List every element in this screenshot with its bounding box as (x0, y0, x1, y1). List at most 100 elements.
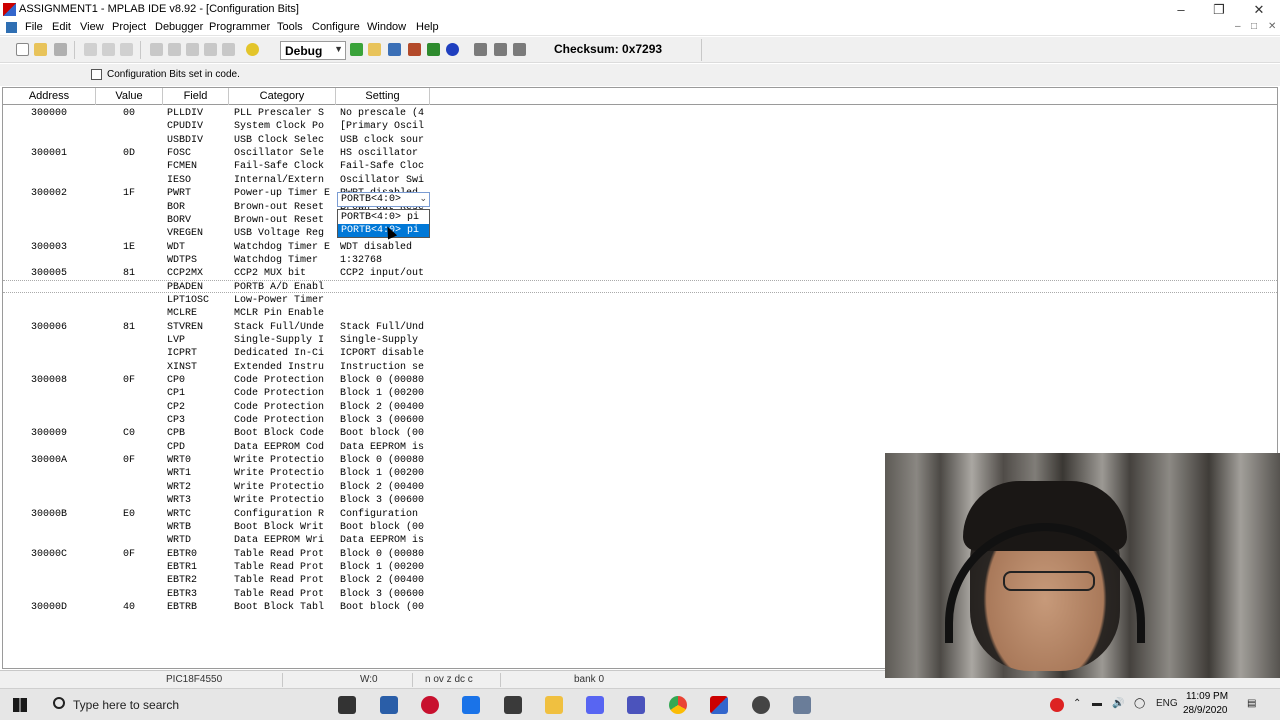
mdi-close-icon[interactable]: ✕ (1268, 21, 1276, 32)
app-red-icon[interactable] (421, 696, 439, 714)
cell-setting[interactable]: Block 1 (00200 (340, 467, 432, 480)
battery-icon[interactable]: ▬ (1092, 698, 1102, 709)
network-icon[interactable]: ◯ (1134, 698, 1145, 709)
clock-date[interactable]: 28/9/2020 (1183, 705, 1228, 716)
menu-project[interactable]: Project (112, 21, 146, 33)
menu-file[interactable]: File (25, 21, 43, 33)
new-file-icon[interactable] (16, 43, 29, 56)
restore-button[interactable]: ❐ (1200, 0, 1238, 19)
cell-setting[interactable]: Block 0 (00080 (340, 374, 432, 387)
menu-window[interactable]: Window (367, 21, 406, 33)
menu-edit[interactable]: Edit (52, 21, 71, 33)
config-bits-checkbox[interactable] (91, 69, 102, 80)
clock-time[interactable]: 11:09 PM (1186, 691, 1228, 702)
menu-debugger[interactable]: Debugger (155, 21, 203, 33)
cell-setting[interactable]: Instruction se (340, 361, 432, 374)
cell-setting[interactable]: Block 0 (00080 (340, 548, 432, 561)
menu-view[interactable]: View (80, 21, 104, 33)
print-icon[interactable] (150, 43, 163, 56)
menu-help[interactable]: Help (416, 21, 439, 33)
file-explorer-icon[interactable] (545, 696, 563, 714)
build-all-icon[interactable] (427, 43, 440, 56)
menu-configure[interactable]: Configure (312, 21, 360, 33)
dropdown-option[interactable]: PORTB<4:0> pi (338, 211, 429, 224)
chrome-icon[interactable] (669, 696, 687, 714)
cell-setting[interactable]: Configuration (340, 508, 432, 521)
tray-app-icon[interactable] (1050, 698, 1064, 712)
find-icon[interactable] (168, 43, 181, 56)
cell-setting[interactable]: Boot block (00 (340, 601, 432, 614)
task-view-icon[interactable] (338, 696, 356, 714)
header-value[interactable]: Value (96, 88, 163, 105)
sync-icon[interactable] (752, 696, 770, 714)
store-icon[interactable] (380, 696, 398, 714)
cell-setting[interactable]: Boot block (00 (340, 521, 432, 534)
build-config-select[interactable]: Debug ▼ (280, 41, 346, 60)
open-project-icon[interactable] (368, 43, 381, 56)
document-icon[interactable] (6, 22, 17, 33)
build-icon[interactable] (408, 43, 421, 56)
cell-setting[interactable]: ICPORT disable (340, 347, 432, 360)
cell-setting[interactable]: USB clock sour (340, 134, 432, 147)
volume-icon[interactable]: 🔊 (1112, 698, 1124, 709)
next-bookmark-icon[interactable] (204, 43, 217, 56)
cell-setting[interactable]: Block 2 (00400 (340, 401, 432, 414)
prev-bookmark-icon[interactable] (222, 43, 235, 56)
header-address[interactable]: Address (3, 88, 96, 105)
save-project-icon[interactable] (388, 43, 401, 56)
cell-setting[interactable]: Oscillator Swi (340, 174, 432, 187)
open-folder-icon[interactable] (34, 43, 47, 56)
cell-setting[interactable]: HS oscillator (340, 147, 432, 160)
header-setting[interactable]: Setting (336, 88, 430, 105)
close-button[interactable]: ✕ (1240, 0, 1278, 19)
mail-icon[interactable] (462, 696, 480, 714)
teams-icon[interactable] (627, 696, 645, 714)
save-icon[interactable] (54, 43, 67, 56)
mdi-restore-icon[interactable]: □ (1251, 21, 1257, 32)
paste-icon[interactable] (120, 43, 133, 56)
bookmark-icon[interactable] (186, 43, 199, 56)
menu-programmer[interactable]: Programmer (209, 21, 270, 33)
bug-icon[interactable] (793, 696, 811, 714)
cell-setting[interactable]: Boot block (00 (340, 427, 432, 440)
notifications-icon[interactable]: ▤ (1247, 698, 1256, 709)
config-icon[interactable] (513, 43, 526, 56)
help-icon[interactable] (246, 43, 259, 56)
cell-setting[interactable]: Fail-Safe Cloc (340, 160, 432, 173)
cell-setting[interactable]: Data EEPROM is (340, 534, 432, 547)
cell-setting[interactable] (340, 294, 432, 307)
cell-setting[interactable]: CCP2 input/out (340, 267, 432, 280)
cell-setting[interactable]: Block 3 (00600 (340, 588, 432, 601)
cell-setting[interactable]: Single-Supply (340, 334, 432, 347)
setting-dropdown[interactable]: PORTB<4:0> ⌄ (337, 192, 430, 207)
add-file-icon[interactable] (350, 43, 363, 56)
cell-setting[interactable] (340, 307, 432, 320)
mdi-minimize-icon[interactable]: – (1235, 21, 1241, 32)
menu-tools[interactable]: Tools (277, 21, 303, 33)
memory-icon[interactable] (494, 43, 507, 56)
cell-setting[interactable]: Block 3 (00600 (340, 494, 432, 507)
cell-setting[interactable]: Block 3 (00600 (340, 414, 432, 427)
cell-setting[interactable]: No prescale (4 (340, 107, 432, 120)
copy-icon[interactable] (102, 43, 115, 56)
minimize-button[interactable]: – (1162, 0, 1200, 19)
search-placeholder[interactable]: Type here to search (73, 698, 179, 712)
discord-icon[interactable] (586, 696, 604, 714)
cell-setting[interactable]: Block 2 (00400 (340, 481, 432, 494)
game-icon[interactable] (504, 696, 522, 714)
mplab-taskbar-icon[interactable] (710, 696, 728, 714)
cell-setting[interactable]: WDT disabled (340, 241, 432, 254)
start-button[interactable] (0, 689, 40, 721)
cell-setting[interactable]: Data EEPROM is (340, 441, 432, 454)
checksum-icon[interactable] (474, 43, 487, 56)
cell-setting[interactable]: Block 2 (00400 (340, 574, 432, 587)
cell-setting[interactable]: 1:32768 (340, 254, 432, 267)
header-field[interactable]: Field (163, 88, 229, 105)
cell-setting[interactable]: [Primary Oscil (340, 120, 432, 133)
cell-setting[interactable]: Stack Full/Und (340, 321, 432, 334)
cell-setting[interactable]: Block 1 (00200 (340, 561, 432, 574)
header-category[interactable]: Category (229, 88, 336, 105)
info-icon[interactable] (446, 43, 459, 56)
cut-icon[interactable] (84, 43, 97, 56)
cell-setting[interactable]: Block 1 (00200 (340, 387, 432, 400)
